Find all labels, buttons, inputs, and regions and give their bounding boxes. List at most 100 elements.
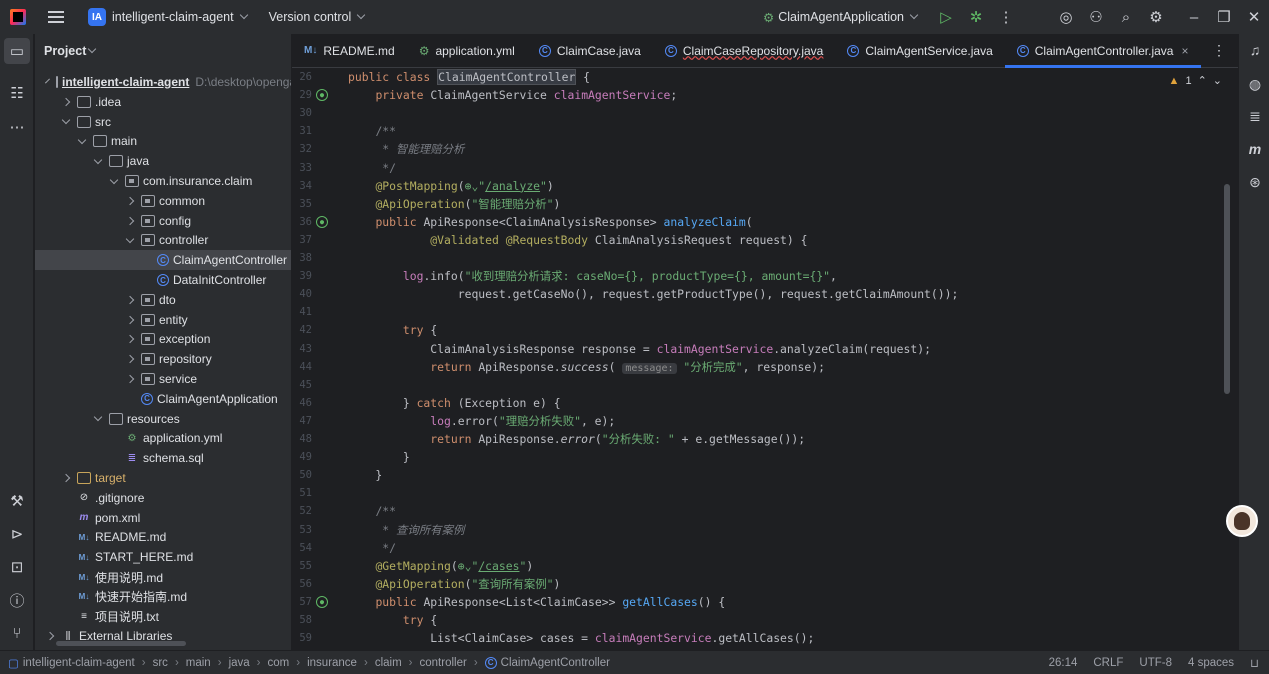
chevron-right-icon[interactable] (45, 632, 55, 641)
code-line[interactable]: 26 public class ClaimAgentController { (292, 68, 1238, 86)
code-line[interactable]: 38 (292, 249, 1238, 267)
git-tool-icon[interactable]: ⑂ (4, 620, 30, 646)
chevron-down-icon[interactable] (77, 135, 87, 145)
tab-readme-md[interactable]: M↓ README.md (292, 34, 407, 68)
next-highlight-icon[interactable]: ⌄ (1213, 74, 1222, 87)
tree-item[interactable]: src (35, 112, 291, 132)
tree-item[interactable]: C ClaimAgentApplication (35, 389, 291, 409)
code-line[interactable]: 50 } (292, 466, 1238, 484)
tab-claimcase-java[interactable]: C ClaimCase.java (527, 34, 653, 68)
caret-position[interactable]: 26:14 (1049, 657, 1078, 669)
tree-item[interactable]: ≡ 项目说明.txt (35, 607, 291, 627)
problems-tool-icon[interactable]: ⓘ (4, 587, 30, 613)
chevron-right-icon[interactable] (125, 354, 135, 364)
maven-icon[interactable]: m (1243, 137, 1267, 161)
project-tool-icon[interactable]: ▭ (4, 38, 30, 64)
indent-setting[interactable]: 4 spaces (1188, 657, 1234, 669)
breadcrumb-item[interactable]: insurance (307, 657, 357, 669)
chevron-right-icon[interactable] (125, 295, 135, 305)
services-tool-icon[interactable]: ⊳ (4, 521, 30, 547)
tree-item[interactable]: ⊘ .gitignore (35, 488, 291, 508)
more-actions-icon[interactable]: ⋮ (991, 2, 1021, 32)
tree-item[interactable]: ≣ schema.sql (35, 448, 291, 468)
code-line[interactable]: 51 (292, 484, 1238, 502)
breadcrumb-item[interactable]: main (186, 657, 211, 669)
code-line[interactable]: 36 ● public ApiResponse<ClaimAnalysisResp… (292, 213, 1238, 231)
tree-item[interactable]: service (35, 369, 291, 389)
ai-assistant-icon[interactable]: ◎ (1051, 2, 1081, 32)
more-tools-icon[interactable]: ⋯ (4, 114, 30, 140)
tab-claimcaserepository-java[interactable]: C ClaimCaseRepository.java (653, 34, 836, 68)
chevron-down-icon[interactable] (45, 78, 50, 83)
tree-item[interactable]: resources (35, 409, 291, 429)
minimize-icon[interactable]: – (1179, 2, 1209, 32)
breadcrumb-item[interactable]: ClaimAgentController (501, 657, 610, 669)
tree-item[interactable]: controller (35, 230, 291, 250)
line-separator[interactable]: CRLF (1093, 657, 1123, 669)
code-line[interactable]: 35 @ApiOperation("智能理赔分析") (292, 195, 1238, 213)
code-line[interactable]: 58 try { (292, 611, 1238, 629)
chevron-right-icon[interactable] (125, 196, 135, 206)
code-line[interactable]: 34 @PostMapping(⊕⌄"/analyze") (292, 177, 1238, 195)
spring-bean-gutter-icon[interactable]: ● (316, 215, 328, 228)
tree-item[interactable]: main (35, 131, 291, 151)
close-icon[interactable]: ✕ (1239, 2, 1269, 32)
chevron-right-icon[interactable] (125, 216, 135, 225)
breadcrumb-item[interactable]: com (268, 657, 290, 669)
tree-item[interactable]: C ClaimAgentController (35, 250, 291, 271)
spring-bean-gutter-icon[interactable]: ● (316, 595, 328, 608)
chevron-down-icon[interactable] (93, 412, 103, 422)
database-icon[interactable]: ≣ (1243, 104, 1267, 128)
structure-tool-icon[interactable]: ☷ (4, 80, 30, 106)
tree-item[interactable]: ⚙ application.yml (35, 428, 291, 448)
tree-item[interactable]: repository (35, 349, 291, 369)
tree-item[interactable]: dto (35, 290, 291, 310)
tree-item[interactable]: config (35, 211, 291, 231)
add-user-icon[interactable]: ⚇ (1081, 2, 1111, 32)
debug-icon[interactable]: ✲ (961, 2, 991, 32)
tree-item[interactable]: M↓ 使用说明.md (35, 567, 291, 587)
tree-item[interactable]: java (35, 151, 291, 171)
code-line[interactable]: 29 ● private ClaimAgentService claimAgent… (292, 86, 1238, 104)
restore-icon[interactable]: ❐ (1209, 2, 1239, 32)
tab-claimagentservice-java[interactable]: C ClaimAgentService.java (835, 34, 1004, 68)
avatar[interactable] (1226, 505, 1258, 537)
code-line[interactable]: 42 try { (292, 321, 1238, 339)
run-config-selector[interactable]: ⚙ ClaimAgentApplication (763, 10, 919, 25)
tree-item[interactable]: entity (35, 310, 291, 330)
code-line[interactable]: 44 return ApiResponse.success( message: … (292, 358, 1238, 376)
code-line[interactable]: 40 request.getCaseNo(), request.getProdu… (292, 285, 1238, 303)
main-menu-icon[interactable] (48, 11, 64, 23)
tree-item[interactable]: M↓ START_HERE.md (35, 547, 291, 567)
chevron-right-icon[interactable] (125, 335, 135, 344)
notifications-icon[interactable]: ♫ (1243, 38, 1267, 62)
project-switcher[interactable]: intelligent-claim-agent (112, 10, 248, 24)
chevron-right-icon[interactable] (125, 315, 135, 324)
run-icon[interactable]: ▷ (931, 2, 961, 32)
code-line[interactable]: 39 log.info("收到理赔分析请求: caseNo={}, produc… (292, 267, 1238, 285)
endpoints-icon[interactable]: ⊛ (1243, 170, 1267, 194)
chevron-down-icon[interactable] (109, 175, 119, 184)
file-encoding[interactable]: UTF-8 (1139, 657, 1172, 669)
chevron-right-icon[interactable] (61, 473, 71, 483)
chevron-right-icon[interactable] (125, 374, 135, 384)
breadcrumb-item[interactable]: intelligent-claim-agent (23, 657, 135, 669)
ai-chat-icon[interactable]: ◍ (1243, 72, 1267, 96)
inspection-widget[interactable]: ▲ 1 ⌃ ⌄ (1169, 74, 1222, 88)
code-line[interactable]: 41 (292, 303, 1238, 321)
spring-bean-gutter-icon[interactable]: ● (316, 89, 328, 102)
code-line[interactable]: 54 */ (292, 539, 1238, 557)
tree-item[interactable]: m pom.xml (35, 508, 291, 528)
tab-actions-icon[interactable]: ⋮ (1212, 42, 1226, 59)
code-line[interactable]: 56 @ApiOperation("查询所有案例") (292, 575, 1238, 593)
terminal-tool-icon[interactable]: ⊡ (4, 554, 30, 580)
code-line[interactable]: 48 return ApiResponse.error("分析失败: " + e… (292, 430, 1238, 448)
tab-claimagentcontroller-java[interactable]: C ClaimAgentController.java × (1004, 34, 1201, 68)
breadcrumb-item[interactable]: claim (375, 657, 402, 669)
breadcrumb-item[interactable]: java (229, 657, 250, 669)
editor-scrollbar[interactable] (1224, 184, 1230, 394)
code-area[interactable]: 26 public class ClaimAgentController {29 ●… (292, 68, 1238, 650)
close-tab-icon[interactable]: × (1181, 44, 1188, 58)
code-line[interactable]: 47 log.error("理赔分析失败", e); (292, 412, 1238, 430)
tree-item[interactable]: M↓ 快速开始指南.md (35, 587, 291, 607)
